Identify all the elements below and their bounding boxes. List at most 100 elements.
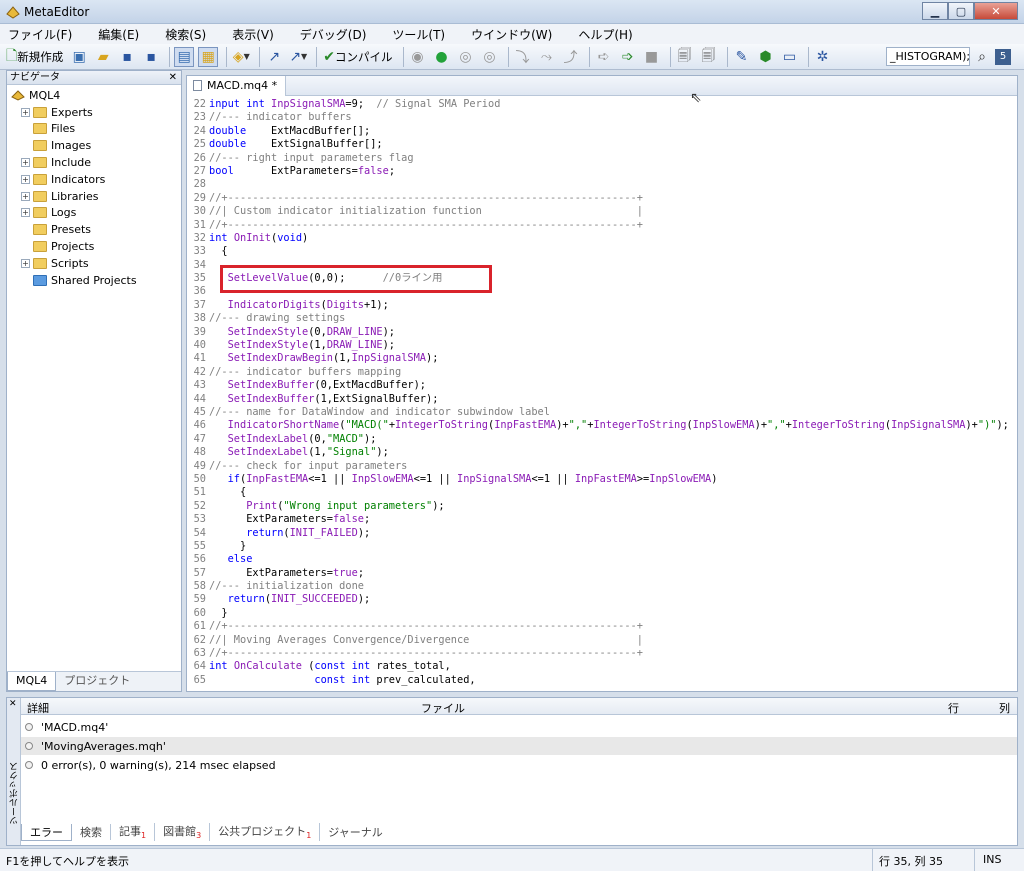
find-in-files-button[interactable]: 🗐 [699, 47, 719, 67]
tree-item-libraries[interactable]: + Libraries [11, 188, 181, 205]
code-line[interactable]: 55 } [187, 540, 1019, 553]
code-line[interactable]: 27 bool ExtParameters=false; [187, 165, 1019, 178]
code-line[interactable]: 45//--- name for DataWindow and indicato… [187, 406, 1019, 419]
edit-pen-button[interactable]: ✎ [732, 47, 752, 67]
code-line[interactable]: 54 return(INIT_FAILED); [187, 527, 1019, 540]
menu-tools[interactable]: ツール(T) [392, 26, 445, 43]
code-line[interactable]: 31//+-----------------------------------… [187, 219, 1019, 232]
tree-root-mql4[interactable]: MQL4 [11, 87, 181, 104]
message-row[interactable]: 'MACD.mq4' [21, 718, 1017, 736]
tree-item-images[interactable]: Images [11, 137, 181, 154]
search-input[interactable]: _HISTOGRAM); [886, 47, 970, 66]
compile-button[interactable]: ✔ コンパイル [321, 47, 394, 67]
code-line[interactable]: 62//| Moving Averages Convergence/Diverg… [187, 634, 1019, 647]
code-line[interactable]: 29//+-----------------------------------… [187, 192, 1019, 205]
close-button[interactable]: ✕ [974, 2, 1018, 20]
tree-item-indicators[interactable]: + Indicators [11, 171, 181, 188]
expand-icon[interactable]: + [21, 191, 30, 201]
menu-view[interactable]: 表示(V) [232, 26, 274, 43]
code-line[interactable]: 53 ExtParameters=false; [187, 513, 1019, 526]
column-col[interactable]: 列 [999, 700, 1010, 716]
menu-window[interactable]: ウインドウ(W) [471, 26, 552, 43]
code-line[interactable]: 49//--- check for input parameters [187, 460, 1019, 473]
tab-journal[interactable]: ジャーナル [320, 824, 390, 840]
save-all-button[interactable]: ▪ [141, 47, 161, 67]
save-button[interactable]: ▪ [117, 47, 137, 67]
expand-icon[interactable]: + [21, 174, 30, 184]
insert-function-button[interactable]: ↗ ▼ [288, 47, 308, 67]
tree-item-experts[interactable]: + Experts [11, 104, 181, 121]
styler-button[interactable]: ◈ ▼ [231, 47, 251, 67]
message-row[interactable]: 0 error(s), 0 warning(s), 214 msec elaps… [21, 756, 1017, 774]
mql-wizard-button[interactable]: ▣ [69, 47, 89, 67]
code-line[interactable]: 24 double ExtMacdBuffer[]; [187, 125, 1019, 138]
code-line[interactable]: 46 IndicatorShortName("MACD("+IntegerToS… [187, 419, 1019, 432]
code-line[interactable]: 25 double ExtSignalBuffer[]; [187, 138, 1019, 151]
tab-public-projects[interactable]: 公共プロジェクト1 [210, 823, 321, 841]
code-line[interactable]: 35 SetLevelValue(0,0); //0ライン用 [187, 272, 1019, 285]
code-line[interactable]: 52 Print("Wrong input parameters"); [187, 500, 1019, 513]
code-area[interactable]: 22 input int InpSignalSMA=9; // Signal SM… [187, 98, 1019, 686]
terminal-button[interactable]: ▭ [780, 47, 800, 67]
start-debug-button[interactable]: ● [432, 47, 452, 67]
breakpoint-button[interactable]: ➪ [594, 47, 614, 67]
navigator-toggle-button[interactable]: ▤ [174, 46, 195, 67]
tab-library[interactable]: 図書館3 [155, 823, 211, 841]
expand-icon[interactable]: + [21, 208, 30, 218]
expand-icon[interactable]: + [21, 158, 30, 168]
navigator-close-icon[interactable]: ✕ [169, 71, 177, 85]
expand-icon[interactable]: + [21, 258, 30, 268]
code-line[interactable]: 44 SetIndexBuffer(1,ExtSignalBuffer); [187, 393, 1019, 406]
code-line[interactable]: 61//+-----------------------------------… [187, 620, 1019, 633]
code-line[interactable]: 36 [187, 285, 1019, 298]
tab-mql4[interactable]: MQL4 [7, 672, 57, 691]
maximize-button[interactable]: ▢ [948, 2, 974, 20]
tree-item-presets[interactable]: Presets [11, 221, 181, 238]
code-line[interactable]: 37 IndicatorDigits(Digits+1); [187, 299, 1019, 312]
tab-articles[interactable]: 記事1 [111, 823, 156, 841]
code-line[interactable]: 47 SetIndexLabel(0,"MACD"); [187, 433, 1019, 446]
stop-button[interactable]: ◎ [480, 47, 500, 67]
code-line[interactable]: 23//--- indicator buffers [187, 111, 1019, 124]
code-line[interactable]: 22 input int InpSignalSMA=9; // Signal SM… [187, 98, 1019, 111]
code-line[interactable]: 26//--- right input parameters flag [187, 152, 1019, 165]
message-row[interactable]: 'MovingAverages.mqh' [21, 737, 1017, 755]
tree-item-shared-projects[interactable]: Shared Projects [11, 272, 181, 289]
menu-file[interactable]: ファイル(F) [8, 26, 72, 43]
step-over-button[interactable]: ⤳ [537, 47, 557, 67]
search-button[interactable]: ⌕ [972, 47, 992, 67]
tab-errors[interactable]: エラー [21, 823, 72, 841]
code-line[interactable]: 48 SetIndexLabel(1,"Signal"); [187, 446, 1019, 459]
code-line[interactable]: 65 const int prev_calculated, [187, 674, 1019, 686]
minimize-button[interactable]: ▁ [922, 2, 948, 20]
clear-breakpoints-button[interactable]: ■ [642, 47, 662, 67]
code-line[interactable]: 50 if(InpFastEMA<=1 || InpSlowEMA<=1 || … [187, 473, 1019, 486]
copy-button[interactable]: 🗐 [675, 47, 695, 67]
code-line[interactable]: 28 [187, 178, 1019, 191]
toolbox-toggle-button[interactable]: ▦ [198, 46, 219, 67]
code-line[interactable]: 41 SetIndexDrawBegin(1,InpSignalSMA); [187, 352, 1019, 365]
code-line[interactable]: 56 else [187, 553, 1019, 566]
menu-search[interactable]: 検索(S) [165, 26, 206, 43]
code-line[interactable]: 32 int OnInit(void) [187, 232, 1019, 245]
code-line[interactable]: 33 { [187, 245, 1019, 258]
debug-real-button[interactable]: ◉ [408, 47, 428, 67]
code-line[interactable]: 64 int OnCalculate (const int rates_total… [187, 660, 1019, 673]
code-line[interactable]: 38//--- drawing settings [187, 312, 1019, 325]
code-line[interactable]: 59 return(INIT_SUCCEEDED); [187, 593, 1019, 606]
tree-item-projects[interactable]: Projects [11, 238, 181, 255]
column-file[interactable]: ファイル [421, 700, 465, 716]
code-line[interactable]: 57 ExtParameters=true; [187, 567, 1019, 580]
pause-button[interactable]: ◎ [456, 47, 476, 67]
code-line[interactable]: 34 [187, 259, 1019, 272]
tree-item-files[interactable]: Files [11, 121, 181, 138]
code-line[interactable]: 39 SetIndexStyle(0,DRAW_LINE); [187, 326, 1019, 339]
market-button[interactable]: ⬢ [756, 47, 776, 67]
column-row[interactable]: 行 [948, 700, 959, 716]
tree-item-logs[interactable]: + Logs [11, 205, 181, 222]
search-results-badge[interactable]: 5 [995, 49, 1011, 65]
tree-item-include[interactable]: + Include [11, 154, 181, 171]
run-to-button[interactable]: ➩ [618, 47, 638, 67]
tree-item-scripts[interactable]: + Scripts [11, 255, 181, 272]
options-gear-button[interactable]: ✲ [813, 47, 833, 67]
